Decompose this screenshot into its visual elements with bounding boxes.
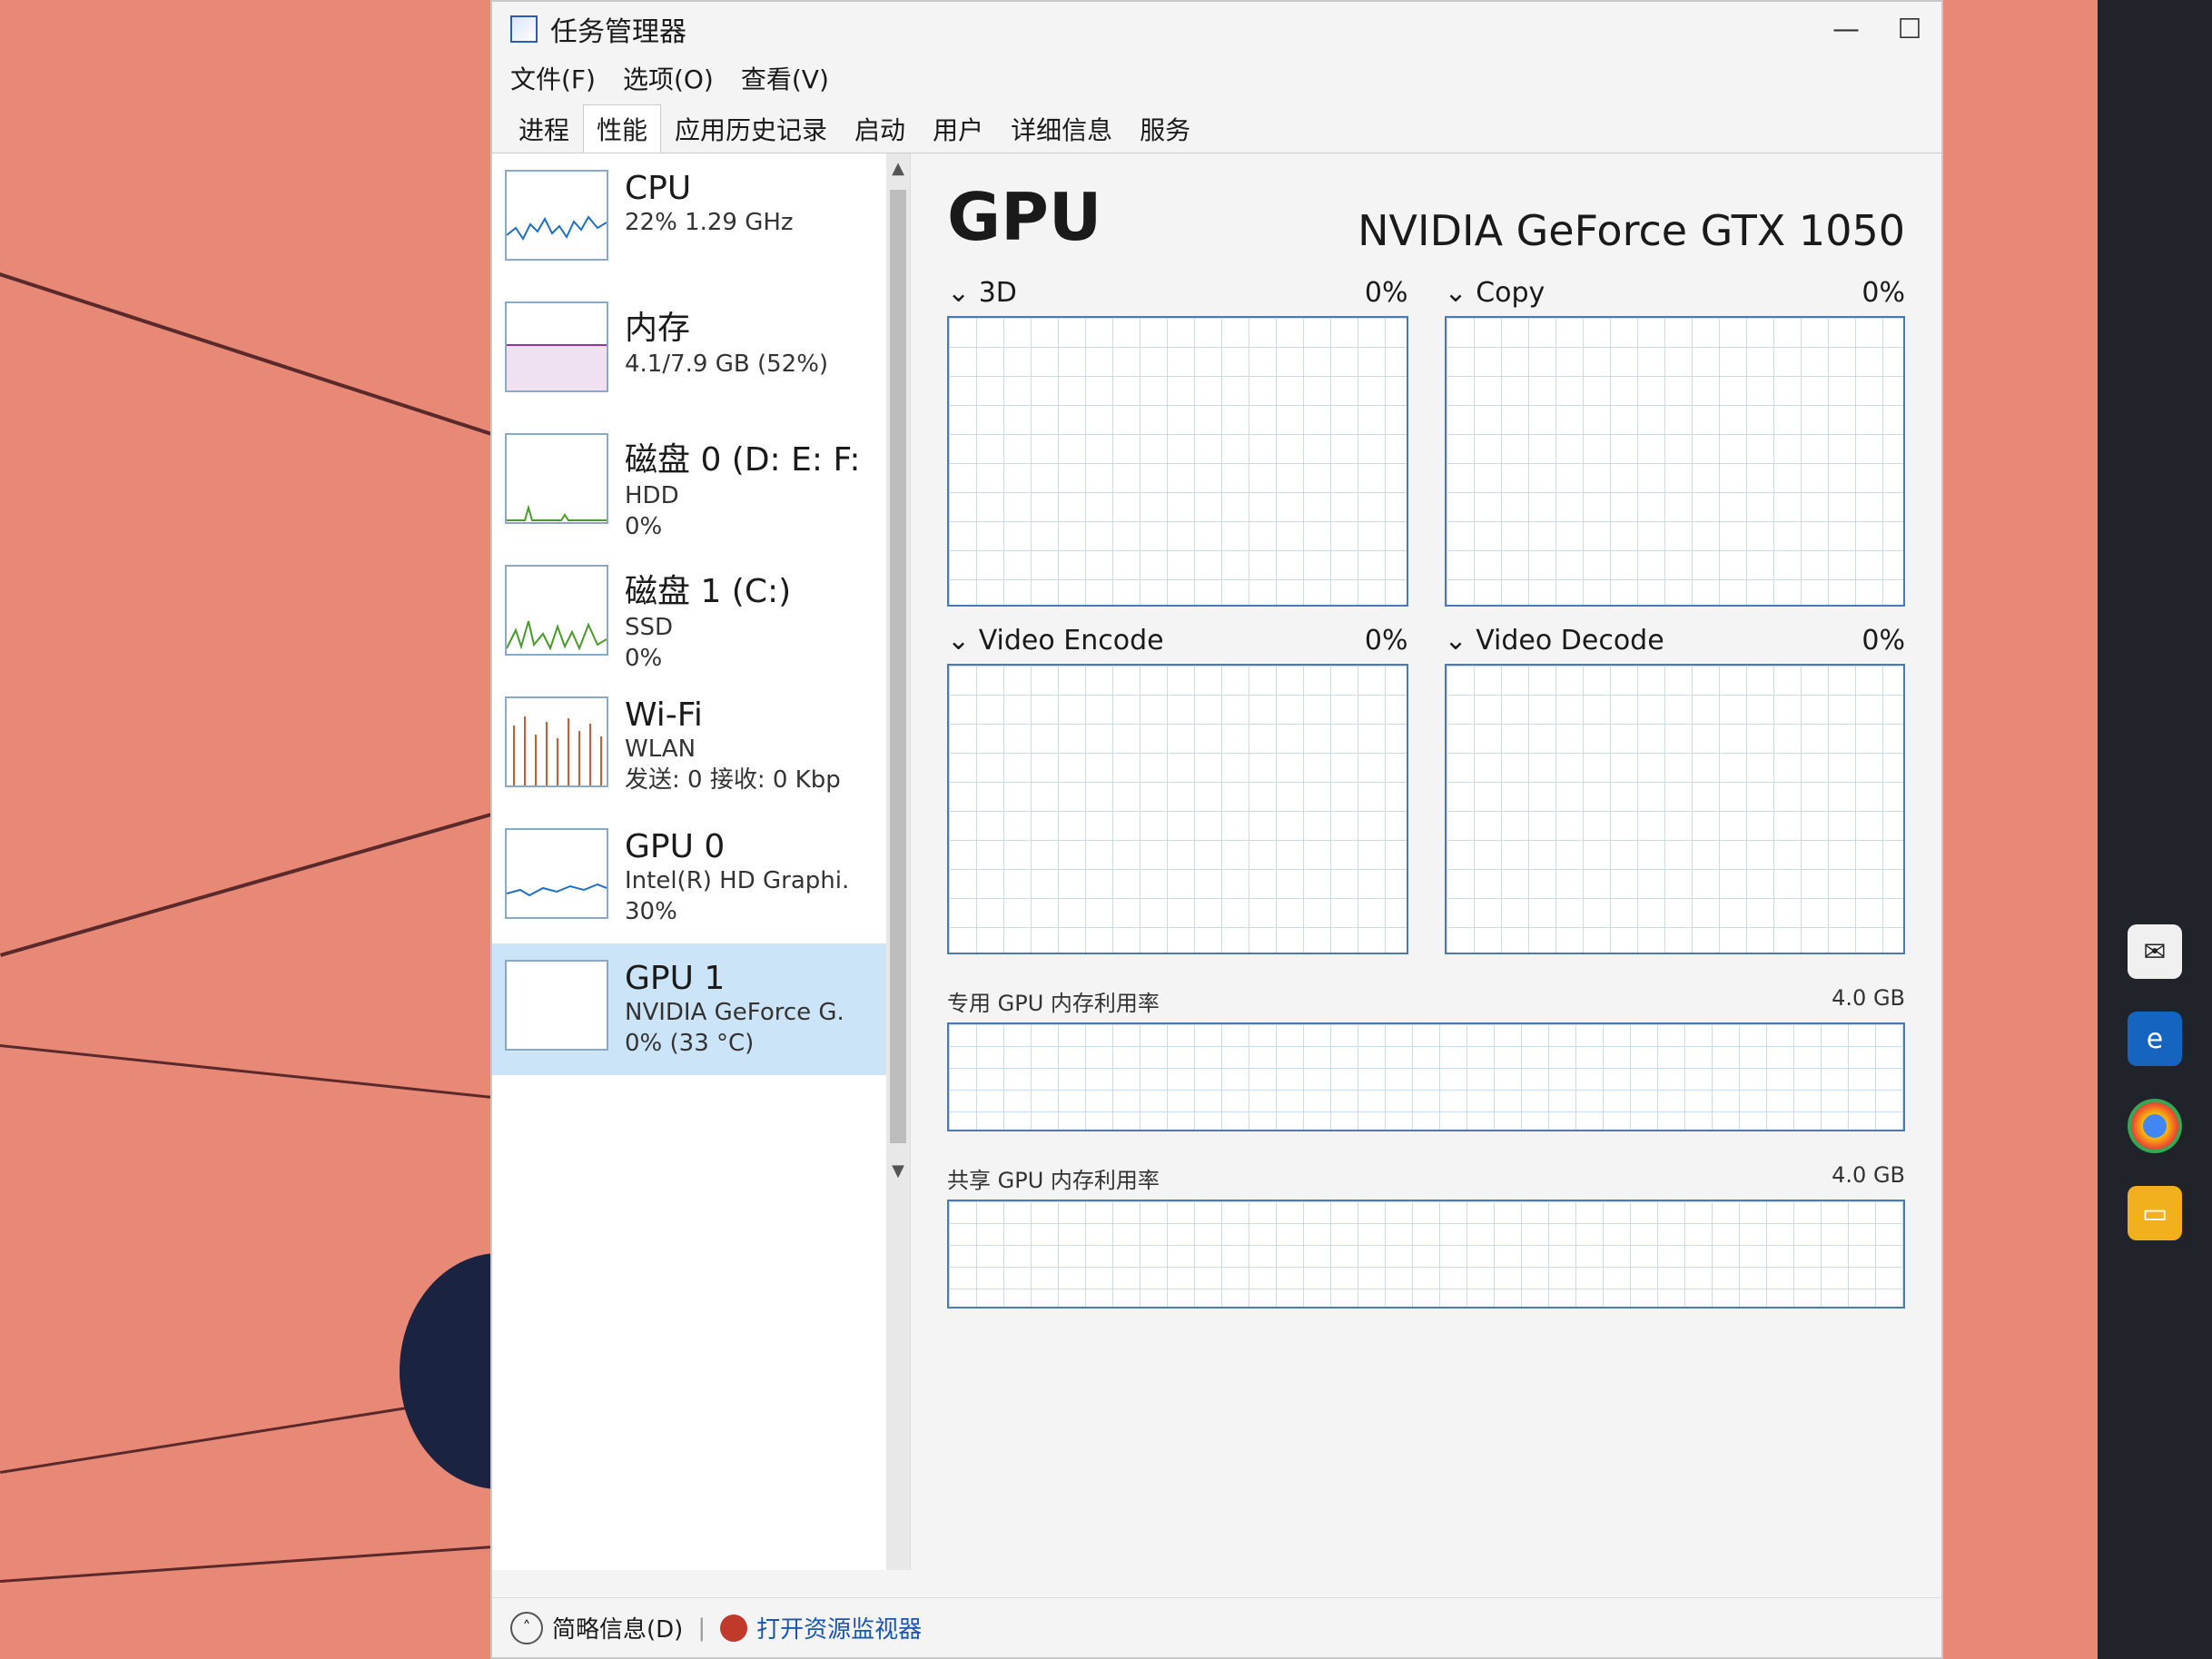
menu-view[interactable]: 查看(V)	[741, 60, 829, 96]
disk0-thumbnail-graph	[505, 433, 608, 524]
menu-bar: 文件(F) 选项(O) 查看(V)	[492, 56, 1941, 100]
tab-details[interactable]: 详细信息	[997, 104, 1126, 153]
scroll-up-icon[interactable]: ▲	[886, 159, 910, 178]
sidebar-item-wifi[interactable]: Wi-Fi WLAN 发送: 0 接收: 0 Kbp	[492, 680, 910, 812]
graph-label: 3D	[978, 277, 1017, 309]
graph-value: 0%	[1861, 625, 1905, 657]
gpu-detail-panel: GPU NVIDIA GeForce GTX 1050 ⌄ 3D 0% ⌄ Co…	[911, 153, 1941, 1570]
sidebar-item-title: 磁盘 0 (D: E: F:	[625, 441, 861, 479]
menu-file[interactable]: 文件(F)	[510, 60, 596, 96]
title-bar: 任务管理器 — ☐	[492, 2, 1941, 56]
tab-startup[interactable]: 启动	[841, 104, 919, 153]
sidebar-item-sub: HDD	[625, 482, 679, 509]
sidebar-item-value: 30%	[625, 898, 677, 925]
graph-area	[947, 1022, 1905, 1131]
sidebar-item-sub: WLAN	[625, 736, 696, 763]
minimize-button[interactable]: —	[1814, 2, 1878, 56]
memory-thumbnail-graph	[505, 301, 608, 392]
sidebar-item-value: 0% (33 °C)	[625, 1030, 755, 1057]
qq-icon[interactable]: ✉	[2128, 924, 2182, 979]
sidebar-item-title: 内存	[625, 310, 691, 347]
graph-copy: ⌄ Copy 0%	[1444, 277, 1905, 607]
sidebar-item-disk0[interactable]: 磁盘 0 (D: E: F: HDD 0%	[492, 417, 910, 548]
folder-icon[interactable]: ▭	[2128, 1186, 2182, 1240]
sidebar-item-title: GPU 1	[625, 960, 726, 997]
fewer-details-link[interactable]: 简略信息(D)	[552, 1611, 683, 1644]
open-resource-monitor-link[interactable]: 打开资源监视器	[756, 1611, 922, 1644]
sidebar-item-title: 磁盘 1 (C:)	[625, 573, 792, 610]
sidebar-item-sub: 22% 1.29 GHz	[625, 209, 794, 236]
tab-processes[interactable]: 进程	[505, 104, 583, 153]
dedicated-memory-label: 专用 GPU 内存利用率	[947, 991, 1160, 1016]
cpu-thumbnail-graph	[505, 170, 608, 261]
sidebar-item-sub: SSD	[625, 614, 674, 641]
sidebar-item-title: Wi-Fi	[625, 696, 703, 734]
chrome-icon[interactable]	[2128, 1099, 2182, 1153]
graph-value: 0%	[1861, 277, 1905, 309]
tab-bar: 进程 性能 应用历史记录 启动 用户 详细信息 服务	[492, 100, 1941, 153]
performance-sidebar: CPU 22% 1.29 GHz 内存 4.1/7.9 GB (52%) 磁盘 …	[492, 153, 911, 1570]
wifi-thumbnail-graph	[505, 696, 608, 787]
graph-label: Video Encode	[978, 625, 1164, 657]
task-manager-icon	[510, 15, 538, 43]
graph-3d: ⌄ 3D 0%	[947, 277, 1408, 607]
shared-memory-label: 共享 GPU 内存利用率	[947, 1168, 1160, 1193]
tab-users[interactable]: 用户	[919, 104, 997, 153]
graph-value: 0%	[1364, 625, 1408, 657]
sidebar-item-title: CPU	[625, 170, 692, 207]
graph-engine-selector[interactable]: ⌄ Video Decode	[1445, 625, 1664, 657]
sidebar-item-disk1[interactable]: 磁盘 1 (C:) SSD 0%	[492, 548, 910, 680]
dedicated-memory-graph: 专用 GPU 内存利用率 4.0 GB	[947, 985, 1905, 1131]
sidebar-item-sub: Intel(R) HD Graphi.	[625, 867, 850, 894]
sidebar-item-sub: NVIDIA GeForce G.	[625, 999, 844, 1026]
sidebar-item-memory[interactable]: 内存 4.1/7.9 GB (52%)	[492, 285, 910, 417]
menu-options[interactable]: 选项(O)	[623, 60, 714, 96]
scroll-down-icon[interactable]: ▼	[886, 1161, 910, 1180]
sidebar-item-gpu0[interactable]: GPU 0 Intel(R) HD Graphi. 30%	[492, 812, 910, 943]
shared-memory-graph: 共享 GPU 内存利用率 4.0 GB	[947, 1162, 1905, 1308]
scroll-thumb[interactable]	[890, 190, 906, 1143]
graph-video-encode: ⌄ Video Encode 0%	[947, 625, 1408, 954]
window-title: 任务管理器	[550, 16, 686, 48]
gpu-model-name: NVIDIA GeForce GTX 1050	[1358, 206, 1905, 255]
disk1-thumbnail-graph	[505, 565, 608, 656]
resource-monitor-icon	[720, 1614, 748, 1642]
task-manager-window: 任务管理器 — ☐ 文件(F) 选项(O) 查看(V) 进程 性能 应用历史记录…	[490, 0, 1943, 1659]
sidebar-item-value: 发送: 0 接收: 0 Kbp	[625, 766, 841, 794]
shared-memory-max: 4.0 GB	[1832, 1162, 1905, 1188]
maximize-button[interactable]: ☐	[1878, 2, 1941, 56]
graph-value: 0%	[1364, 277, 1408, 309]
tab-services[interactable]: 服务	[1126, 104, 1204, 153]
dedicated-memory-max: 4.0 GB	[1832, 985, 1905, 1011]
graph-engine-selector[interactable]: ⌄ Video Encode	[947, 625, 1164, 657]
graph-area	[947, 316, 1408, 607]
sidebar-item-title: GPU 0	[625, 828, 726, 865]
sidebar-item-gpu1[interactable]: GPU 1 NVIDIA GeForce G. 0% (33 °C)	[492, 943, 910, 1075]
footer-bar: ˄ 简略信息(D) | 打开资源监视器	[492, 1597, 1941, 1657]
footer-divider: |	[697, 1614, 706, 1642]
graph-label: Video Decode	[1476, 625, 1664, 657]
graph-area	[947, 1200, 1905, 1308]
taskbar: ✉ e ▭	[2098, 0, 2212, 1659]
sidebar-item-value: 0%	[625, 513, 663, 540]
edge-icon[interactable]: e	[2128, 1012, 2182, 1066]
graph-area	[1444, 664, 1905, 954]
gpu1-thumbnail-graph	[505, 960, 608, 1051]
tab-app-history[interactable]: 应用历史记录	[661, 104, 841, 153]
gpu0-thumbnail-graph	[505, 828, 608, 919]
chevron-up-icon[interactable]: ˄	[510, 1611, 543, 1644]
sidebar-item-cpu[interactable]: CPU 22% 1.29 GHz	[492, 153, 910, 285]
page-title: GPU	[947, 179, 1102, 255]
sidebar-item-sub: 4.1/7.9 GB (52%)	[625, 351, 829, 378]
graph-label: Copy	[1476, 277, 1545, 309]
graph-video-decode: ⌄ Video Decode 0%	[1444, 625, 1905, 954]
graph-engine-selector[interactable]: ⌄ 3D	[947, 277, 1017, 309]
graph-area	[1444, 316, 1905, 607]
graph-engine-selector[interactable]: ⌄ Copy	[1445, 277, 1545, 309]
tab-performance[interactable]: 性能	[583, 104, 662, 153]
graph-area	[947, 664, 1408, 954]
sidebar-scrollbar[interactable]: ▲ ▼	[886, 153, 910, 1570]
sidebar-item-value: 0%	[625, 645, 663, 672]
